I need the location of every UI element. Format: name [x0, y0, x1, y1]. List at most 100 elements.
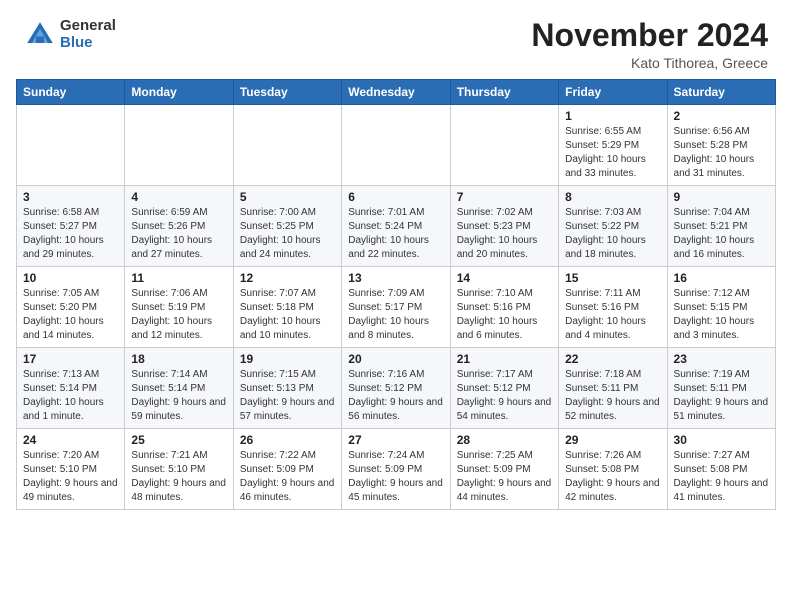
day-number: 22	[565, 352, 660, 366]
calendar-cell: 29 Sunrise: 7:26 AM Sunset: 5:08 PM Dayli…	[559, 429, 667, 510]
month-title: November 2024	[531, 18, 768, 53]
calendar-cell: 28 Sunrise: 7:25 AM Sunset: 5:09 PM Dayli…	[450, 429, 558, 510]
day-info: Sunrise: 7:15 AM Sunset: 5:13 PM Dayligh…	[240, 368, 335, 424]
weekday-header-tuesday: Tuesday	[233, 80, 341, 105]
calendar-cell: 4 Sunrise: 6:59 AM Sunset: 5:26 PM Daylig…	[125, 186, 233, 267]
logo-general-text: General	[60, 18, 116, 35]
day-info: Sunrise: 7:20 AM Sunset: 5:10 PM Dayligh…	[23, 449, 118, 505]
calendar-cell: 27Sunrise: 7:24 AM Sunset: 5:09 PM Dayli…	[342, 429, 450, 510]
day-info: Sunrise: 7:00 AM Sunset: 5:25 PM Dayligh…	[240, 206, 335, 262]
day-info: Sunrise: 7:24 AM Sunset: 5:09 PM Dayligh…	[348, 449, 443, 505]
day-info: Sunrise: 7:26 AM Sunset: 5:08 PM Dayligh…	[565, 449, 660, 505]
calendar-cell: 9 Sunrise: 7:04 AM Sunset: 5:21 PM Daylig…	[667, 186, 775, 267]
day-info: Sunrise: 6:58 AM Sunset: 5:27 PM Dayligh…	[23, 206, 118, 262]
day-number: 9	[674, 190, 769, 204]
day-number: 6	[348, 190, 443, 204]
week-row-2: 3 Sunrise: 6:58 AM Sunset: 5:27 PM Daylig…	[17, 186, 776, 267]
day-info: Sunrise: 7:25 AM Sunset: 5:09 PM Dayligh…	[457, 449, 552, 505]
calendar-cell: 19Sunrise: 7:15 AM Sunset: 5:13 PM Dayli…	[233, 348, 341, 429]
day-info: Sunrise: 7:12 AM Sunset: 5:15 PM Dayligh…	[674, 287, 769, 343]
calendar-cell	[233, 105, 341, 186]
week-row-5: 24 Sunrise: 7:20 AM Sunset: 5:10 PM Dayli…	[17, 429, 776, 510]
day-number: 13	[348, 271, 443, 285]
title-area: November 2024 Kato Tithorea, Greece	[531, 18, 768, 71]
day-info: Sunrise: 6:56 AM Sunset: 5:28 PM Dayligh…	[674, 125, 769, 181]
week-row-1: 1 Sunrise: 6:55 AM Sunset: 5:29 PM Daylig…	[17, 105, 776, 186]
day-info: Sunrise: 7:22 AM Sunset: 5:09 PM Dayligh…	[240, 449, 335, 505]
calendar-cell: 24 Sunrise: 7:20 AM Sunset: 5:10 PM Dayli…	[17, 429, 125, 510]
day-number: 20	[348, 352, 443, 366]
calendar-table: SundayMondayTuesdayWednesdayThursdayFrid…	[16, 79, 776, 510]
day-info: Sunrise: 7:09 AM Sunset: 5:17 PM Dayligh…	[348, 287, 443, 343]
day-number: 26	[240, 433, 335, 447]
day-info: Sunrise: 7:07 AM Sunset: 5:18 PM Dayligh…	[240, 287, 335, 343]
day-info: Sunrise: 7:10 AM Sunset: 5:16 PM Dayligh…	[457, 287, 552, 343]
week-row-3: 10 Sunrise: 7:05 AM Sunset: 5:20 PM Dayli…	[17, 267, 776, 348]
day-info: Sunrise: 7:27 AM Sunset: 5:08 PM Dayligh…	[674, 449, 769, 505]
day-number: 18	[131, 352, 226, 366]
calendar-header: SundayMondayTuesdayWednesdayThursdayFrid…	[17, 80, 776, 105]
day-number: 24	[23, 433, 118, 447]
day-info: Sunrise: 7:17 AM Sunset: 5:12 PM Dayligh…	[457, 368, 552, 424]
day-info: Sunrise: 7:19 AM Sunset: 5:11 PM Dayligh…	[674, 368, 769, 424]
day-info: Sunrise: 7:02 AM Sunset: 5:23 PM Dayligh…	[457, 206, 552, 262]
calendar-cell: 7 Sunrise: 7:02 AM Sunset: 5:23 PM Daylig…	[450, 186, 558, 267]
calendar-cell	[125, 105, 233, 186]
weekday-header-sunday: Sunday	[17, 80, 125, 105]
day-number: 5	[240, 190, 335, 204]
weekday-header-thursday: Thursday	[450, 80, 558, 105]
day-number: 2	[674, 109, 769, 123]
day-info: Sunrise: 7:11 AM Sunset: 5:16 PM Dayligh…	[565, 287, 660, 343]
day-info: Sunrise: 7:06 AM Sunset: 5:19 PM Dayligh…	[131, 287, 226, 343]
logo: General Blue	[24, 18, 116, 51]
weekday-row: SundayMondayTuesdayWednesdayThursdayFrid…	[17, 80, 776, 105]
calendar-cell: 5 Sunrise: 7:00 AM Sunset: 5:25 PM Daylig…	[233, 186, 341, 267]
day-number: 28	[457, 433, 552, 447]
calendar-cell: 13 Sunrise: 7:09 AM Sunset: 5:17 PM Dayli…	[342, 267, 450, 348]
day-info: Sunrise: 7:04 AM Sunset: 5:21 PM Dayligh…	[674, 206, 769, 262]
page: General Blue November 2024 Kato Tithorea…	[0, 0, 792, 612]
weekday-header-monday: Monday	[125, 80, 233, 105]
calendar-cell: 21Sunrise: 7:17 AM Sunset: 5:12 PM Dayli…	[450, 348, 558, 429]
calendar-cell: 14 Sunrise: 7:10 AM Sunset: 5:16 PM Dayli…	[450, 267, 558, 348]
calendar-cell: 15Sunrise: 7:11 AM Sunset: 5:16 PM Dayli…	[559, 267, 667, 348]
calendar-cell: 2 Sunrise: 6:56 AM Sunset: 5:28 PM Daylig…	[667, 105, 775, 186]
calendar-cell	[17, 105, 125, 186]
day-number: 29	[565, 433, 660, 447]
calendar-cell: 10 Sunrise: 7:05 AM Sunset: 5:20 PM Dayli…	[17, 267, 125, 348]
day-number: 23	[674, 352, 769, 366]
calendar-cell: 22 Sunrise: 7:18 AM Sunset: 5:11 PM Dayli…	[559, 348, 667, 429]
calendar-cell	[342, 105, 450, 186]
weekday-header-friday: Friday	[559, 80, 667, 105]
calendar-cell	[450, 105, 558, 186]
day-number: 11	[131, 271, 226, 285]
calendar-cell: 30Sunrise: 7:27 AM Sunset: 5:08 PM Dayli…	[667, 429, 775, 510]
calendar-cell: 3 Sunrise: 6:58 AM Sunset: 5:27 PM Daylig…	[17, 186, 125, 267]
logo-icon	[24, 19, 56, 51]
week-row-4: 17Sunrise: 7:13 AM Sunset: 5:14 PM Dayli…	[17, 348, 776, 429]
day-info: Sunrise: 7:21 AM Sunset: 5:10 PM Dayligh…	[131, 449, 226, 505]
logo-blue-text: Blue	[60, 35, 116, 52]
calendar-cell: 17Sunrise: 7:13 AM Sunset: 5:14 PM Dayli…	[17, 348, 125, 429]
day-info: Sunrise: 6:59 AM Sunset: 5:26 PM Dayligh…	[131, 206, 226, 262]
day-number: 1	[565, 109, 660, 123]
location: Kato Tithorea, Greece	[531, 55, 768, 71]
day-info: Sunrise: 7:18 AM Sunset: 5:11 PM Dayligh…	[565, 368, 660, 424]
day-info: Sunrise: 7:05 AM Sunset: 5:20 PM Dayligh…	[23, 287, 118, 343]
calendar-cell: 26 Sunrise: 7:22 AM Sunset: 5:09 PM Dayli…	[233, 429, 341, 510]
day-number: 16	[674, 271, 769, 285]
day-number: 12	[240, 271, 335, 285]
day-number: 14	[457, 271, 552, 285]
logo-text: General Blue	[60, 18, 116, 51]
day-info: Sunrise: 6:55 AM Sunset: 5:29 PM Dayligh…	[565, 125, 660, 181]
calendar-body: 1 Sunrise: 6:55 AM Sunset: 5:29 PM Daylig…	[17, 105, 776, 510]
day-info: Sunrise: 7:13 AM Sunset: 5:14 PM Dayligh…	[23, 368, 118, 424]
day-number: 10	[23, 271, 118, 285]
calendar-cell: 16 Sunrise: 7:12 AM Sunset: 5:15 PM Dayli…	[667, 267, 775, 348]
calendar-cell: 20Sunrise: 7:16 AM Sunset: 5:12 PM Dayli…	[342, 348, 450, 429]
weekday-header-wednesday: Wednesday	[342, 80, 450, 105]
day-number: 7	[457, 190, 552, 204]
day-number: 4	[131, 190, 226, 204]
day-number: 3	[23, 190, 118, 204]
calendar-cell: 11 Sunrise: 7:06 AM Sunset: 5:19 PM Dayli…	[125, 267, 233, 348]
